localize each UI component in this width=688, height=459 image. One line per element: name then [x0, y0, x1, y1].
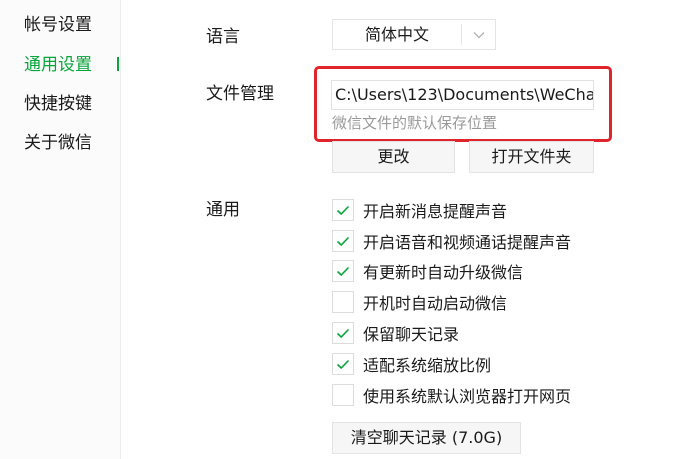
- clear-history-button[interactable]: 清空聊天记录 (7.0G): [332, 422, 521, 454]
- file-path-field[interactable]: C:\Users\123\Documents\WeChat Files: [331, 80, 594, 110]
- checkbox[interactable]: [332, 199, 354, 221]
- file-management-label: 文件管理: [206, 84, 274, 104]
- checkbox[interactable]: [332, 291, 354, 313]
- checkbox[interactable]: [332, 384, 354, 406]
- checkmark-icon: [336, 236, 350, 246]
- option-default-browser[interactable]: 使用系统默认浏览器打开网页: [332, 383, 571, 407]
- sidebar-item-shortcuts[interactable]: 快捷按键: [24, 93, 92, 115]
- option-auto-start[interactable]: 开机时自动启动微信: [332, 290, 507, 314]
- sidebar-item-about[interactable]: 关于微信: [24, 132, 92, 154]
- option-label: 开机时自动启动微信: [363, 294, 508, 313]
- option-label: 开启新消息提醒声音: [363, 202, 508, 221]
- checkmark-icon: [336, 359, 350, 369]
- language-select[interactable]: 简体中文: [332, 19, 496, 50]
- option-new-message-sound[interactable]: 开启新消息提醒声音: [332, 198, 507, 222]
- option-label: 保留聊天记录: [363, 325, 460, 344]
- checkmark-icon: [336, 328, 350, 338]
- checkbox[interactable]: [332, 230, 354, 252]
- chevron-down-icon[interactable]: [462, 20, 495, 49]
- option-label: 有更新时自动升级微信: [363, 263, 524, 282]
- open-folder-button[interactable]: 打开文件夹: [469, 141, 594, 173]
- active-indicator: [117, 57, 119, 71]
- option-call-sound[interactable]: 开启语音和视频通话提醒声音: [332, 229, 571, 253]
- checkmark-icon: [336, 266, 350, 276]
- settings-sidebar: 帐号设置 通用设置 快捷按键 关于微信: [0, 0, 121, 459]
- language-select-value: 简体中文: [364, 25, 429, 44]
- sidebar-item-general[interactable]: 通用设置: [24, 54, 92, 76]
- checkbox[interactable]: [332, 353, 354, 375]
- sidebar-item-account[interactable]: 帐号设置: [24, 14, 92, 36]
- file-path-hint: 微信文件的默认保存位置: [332, 114, 498, 132]
- change-path-button[interactable]: 更改: [332, 141, 455, 173]
- checkmark-icon: [336, 205, 350, 215]
- option-label: 适配系统缩放比例: [363, 356, 492, 375]
- general-label: 通用: [206, 200, 240, 220]
- checkbox[interactable]: [332, 322, 354, 344]
- option-auto-update[interactable]: 有更新时自动升级微信: [332, 259, 523, 283]
- option-keep-history[interactable]: 保留聊天记录: [332, 321, 459, 345]
- option-system-scaling[interactable]: 适配系统缩放比例: [332, 352, 491, 376]
- checkbox[interactable]: [332, 260, 354, 282]
- option-label: 开启语音和视频通话提醒声音: [363, 233, 572, 252]
- option-label: 使用系统默认浏览器打开网页: [363, 387, 572, 406]
- language-label: 语言: [206, 27, 240, 47]
